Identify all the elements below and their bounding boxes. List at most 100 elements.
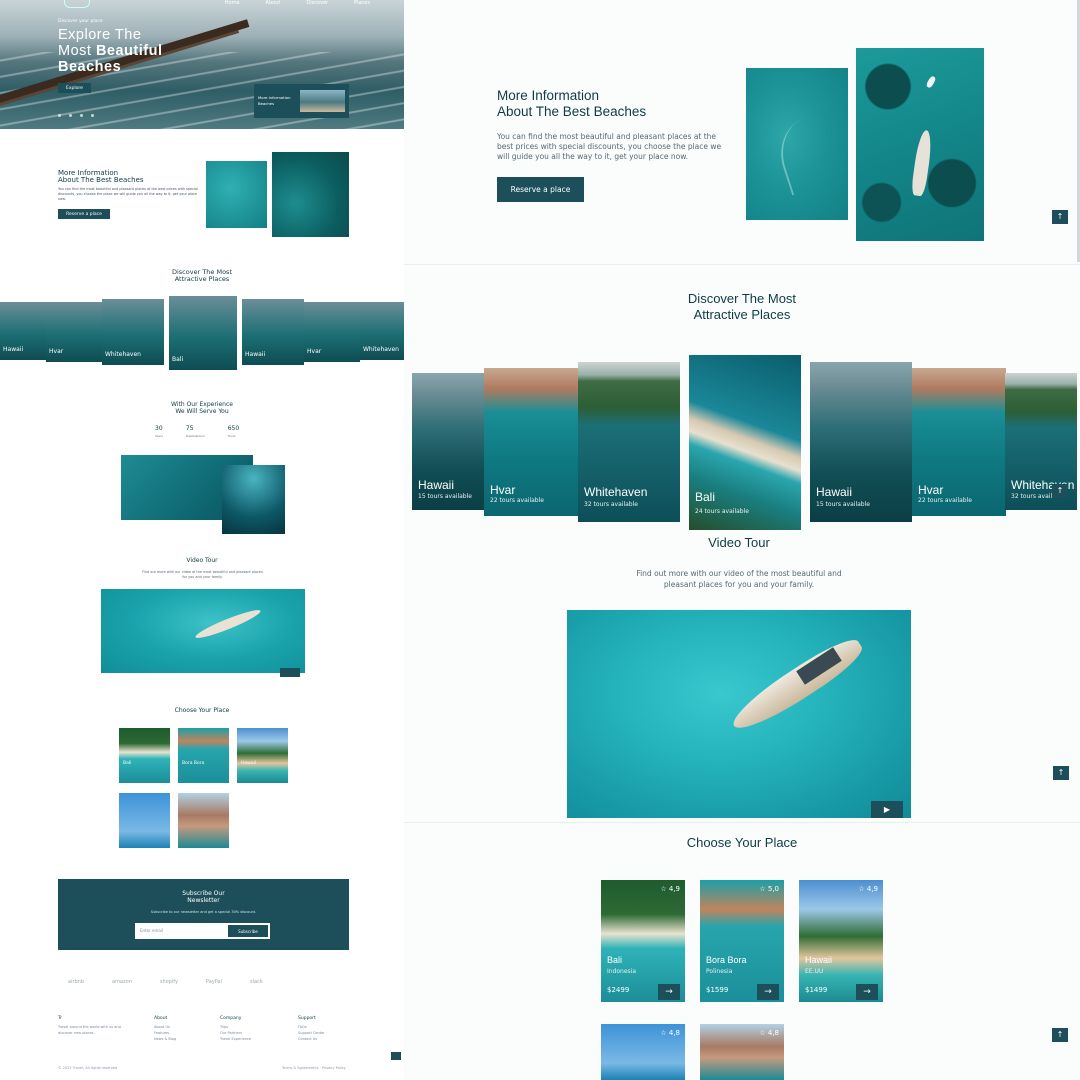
mini-place-card[interactable]	[178, 793, 229, 848]
hero-title: Explore The Most Beautiful Beaches	[58, 27, 163, 75]
newsletter-section: Subscribe Our Newsletter Subscribe to our…	[58, 879, 349, 950]
mini-play-button[interactable]	[280, 668, 300, 677]
hero-card-text: More information Beaches	[258, 95, 291, 106]
place-card-hawaii-2[interactable]: Hawaii 15 tours available	[810, 362, 912, 522]
scroll-up-button[interactable]: ↑	[1052, 1028, 1068, 1042]
scroll-up-button[interactable]: ↑	[1052, 210, 1068, 224]
rating: ☆ 4,9	[858, 885, 878, 893]
play-button[interactable]: ▶	[871, 801, 903, 818]
mini-place-bali[interactable]: Bali	[119, 728, 170, 783]
rating: ☆ 5,0	[759, 885, 779, 893]
place-card[interactable]: ☆ 4,8	[700, 1024, 784, 1080]
mini-yacht-image	[272, 152, 349, 237]
mini-video-player[interactable]	[101, 589, 305, 677]
mini-reserve-button[interactable]: Reserve a place	[58, 209, 110, 219]
scroll-up-button[interactable]: ↑	[1053, 766, 1069, 780]
mini-scroll-up-button[interactable]	[391, 1052, 401, 1060]
video-player[interactable]: ▶	[567, 610, 911, 818]
star-icon: ☆	[660, 1029, 667, 1037]
mini-place-card[interactable]: Whitehaven	[102, 299, 164, 365]
rating: ☆ 4,8	[759, 1029, 779, 1037]
footer-brand: Tr Travel around the world with us and d…	[58, 1016, 121, 1035]
partner-logos: airbnb amazon shopify PayPal slack	[68, 979, 263, 985]
mini-place-card[interactable]: Hvar	[46, 302, 102, 362]
arrow-right-icon: →	[665, 987, 673, 997]
mini-video-title: Video Tour	[186, 557, 218, 564]
place-card-bora-bora[interactable]: ☆ 5,0 Bora Bora Polinesia $1599 →	[700, 880, 784, 1002]
mini-diver-image	[222, 465, 285, 534]
section-divider	[404, 822, 1080, 823]
zoomed-view: More Information About The Best Beaches Y…	[404, 0, 1080, 1080]
rating: ☆ 4,9	[660, 885, 680, 893]
newsletter-email-input[interactable]: Enter email Subscribe	[135, 923, 270, 939]
logo-amazon: amazon	[112, 979, 132, 985]
stat-years: 30 Years	[155, 425, 163, 438]
rating: ☆ 4,8	[660, 1029, 680, 1037]
place-card-hawaii[interactable]: ☆ 4,9 Hawaii EE.UU $1499 →	[799, 880, 883, 1002]
mini-sailboat	[193, 606, 263, 642]
footer-col-support: Support FAQs Support Center Contact Us	[298, 1016, 325, 1041]
speedboat-image	[746, 68, 850, 220]
logo[interactable]	[64, 0, 90, 8]
page: Home About Discover Places Discover your…	[0, 0, 1080, 1080]
place-card-hawaii[interactable]: Hawaii 15 tours available	[412, 373, 484, 510]
stat-tours: 650 Tours	[227, 425, 240, 438]
section-divider	[404, 264, 1080, 265]
footer-col-company: Company Trips Our Partners Travel Experi…	[220, 1016, 252, 1041]
card-arrow-button[interactable]: →	[757, 984, 779, 1000]
mini-stats: 30 Years 75 Destinations 650 Tours	[155, 425, 239, 438]
nav-home[interactable]: Home	[225, 0, 240, 6]
hero-card-image	[299, 90, 345, 112]
explore-button[interactable]: Explore	[58, 83, 91, 93]
mini-place-bora[interactable]: Bora Bora	[178, 728, 229, 783]
mini-discover-title: Discover The Most Attractive Places	[171, 268, 232, 283]
hero-section: Home About Discover Places Discover your…	[0, 0, 404, 129]
choose-title: Choose Your Place	[686, 835, 798, 850]
page-overview: Home About Discover Places Discover your…	[0, 0, 404, 1080]
mini-boat-image	[206, 161, 267, 228]
nav-about[interactable]: About	[266, 0, 281, 6]
info-description: You can find the most beautiful and plea…	[497, 132, 722, 162]
play-icon: ▶	[883, 805, 891, 814]
sailboat-image	[725, 631, 869, 739]
card-arrow-button[interactable]: →	[856, 984, 878, 1000]
mini-choose-title: Choose Your Place	[174, 707, 230, 714]
mini-place-card[interactable]	[119, 793, 170, 848]
mini-carousel[interactable]: Hawaii Hvar Whitehaven Bali Hawaii Hvar …	[0, 296, 404, 370]
newsletter-title: Subscribe Our Newsletter	[182, 890, 225, 904]
mini-experience-title: With Our Experience We Will Serve You	[171, 401, 233, 415]
arrow-right-icon: →	[764, 987, 772, 997]
mini-place-card[interactable]: Hvar	[304, 302, 360, 362]
place-card-bali[interactable]: Bali 24 tours available	[689, 355, 801, 530]
hero-info-card[interactable]: More information Beaches	[254, 84, 349, 118]
scroll-up-button[interactable]: ↑	[1052, 484, 1068, 498]
mini-place-card[interactable]: Hawaii	[242, 299, 304, 365]
star-icon: ☆	[660, 885, 667, 893]
legal-links[interactable]: Terms & Agreements · Privacy Policy	[282, 1066, 346, 1070]
slider-dots[interactable]	[58, 114, 94, 117]
copyright: © 2023 Travel. All rights reserved	[58, 1066, 118, 1070]
nav-places[interactable]: Places	[354, 0, 370, 6]
star-icon: ☆	[759, 1029, 766, 1037]
place-card-whitehaven[interactable]: Whitehaven 32 tours available	[578, 362, 680, 522]
mini-place-card[interactable]: Whitehaven	[360, 302, 404, 360]
mini-info-section: More Information About The Best Beaches Y…	[0, 129, 404, 264]
mini-place-hawaii[interactable]: Hawaii	[237, 728, 288, 783]
place-card[interactable]: ☆ 4,8	[601, 1024, 685, 1080]
mini-info-text: You can find the most beautiful and plea…	[58, 187, 198, 201]
nav-discover[interactable]: Discover	[306, 0, 328, 6]
mini-place-card[interactable]: Bali	[169, 296, 237, 370]
card-arrow-button[interactable]: →	[658, 984, 680, 1000]
arrow-up-icon: ↑	[1057, 768, 1065, 777]
mini-place-card[interactable]: Hawaii	[0, 302, 47, 360]
arrow-right-icon: →	[863, 987, 871, 997]
subscribe-button[interactable]: Subscribe	[228, 925, 268, 937]
top-nav: Home About Discover Places	[225, 0, 370, 6]
reserve-button[interactable]: Reserve a place	[497, 177, 584, 202]
arrow-up-icon: ↑	[1056, 212, 1064, 221]
yacht-image	[856, 48, 984, 241]
place-card-hvar-2[interactable]: Hvar 22 tours available	[912, 368, 1006, 516]
place-card-bali[interactable]: ☆ 4,9 Bali Indonesia $2499 →	[601, 880, 685, 1002]
mini-video-text: Find out more with our video of the most…	[142, 570, 263, 579]
place-card-hvar[interactable]: Hvar 22 tours available	[484, 368, 578, 516]
